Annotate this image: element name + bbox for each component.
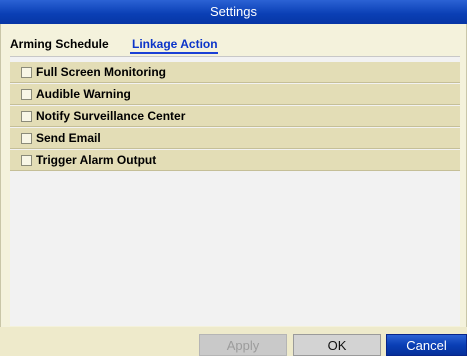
settings-dialog: Arming Schedule Linkage Action Full Scre… [0, 24, 467, 356]
linkage-row-send-email[interactable]: Send Email [10, 128, 460, 149]
full-screen-monitoring-checkbox[interactable] [21, 67, 32, 78]
notify-surveillance-center-checkbox[interactable] [21, 111, 32, 122]
apply-button[interactable]: Apply [199, 334, 287, 356]
window-title: Settings [210, 4, 257, 19]
linkage-row-notify-surveillance-center[interactable]: Notify Surveillance Center [10, 106, 460, 127]
tab-arming-schedule[interactable]: Arming Schedule [10, 34, 109, 54]
row-label: Notify Surveillance Center [36, 109, 186, 123]
trigger-alarm-output-checkbox[interactable] [21, 155, 32, 166]
tab-linkage-action[interactable]: Linkage Action [132, 34, 218, 54]
audible-warning-checkbox[interactable] [21, 89, 32, 100]
linkage-row-audible-warning[interactable]: Audible Warning [10, 84, 460, 105]
row-label: Audible Warning [36, 87, 131, 101]
tab-bar: Arming Schedule Linkage Action [1, 34, 467, 54]
cancel-button[interactable]: Cancel [386, 334, 467, 356]
ok-button[interactable]: OK [293, 334, 381, 356]
row-label: Send Email [36, 131, 101, 145]
active-tab-underline [130, 52, 218, 54]
send-email-checkbox[interactable] [21, 133, 32, 144]
linkage-row-trigger-alarm-output[interactable]: Trigger Alarm Output [10, 150, 460, 171]
row-label: Full Screen Monitoring [36, 65, 167, 79]
linkage-row-full-screen-monitoring[interactable]: Full Screen Monitoring [10, 62, 460, 83]
row-label: Trigger Alarm Output [36, 153, 157, 167]
linkage-action-panel: Full Screen Monitoring Audible Warning N… [10, 56, 460, 326]
